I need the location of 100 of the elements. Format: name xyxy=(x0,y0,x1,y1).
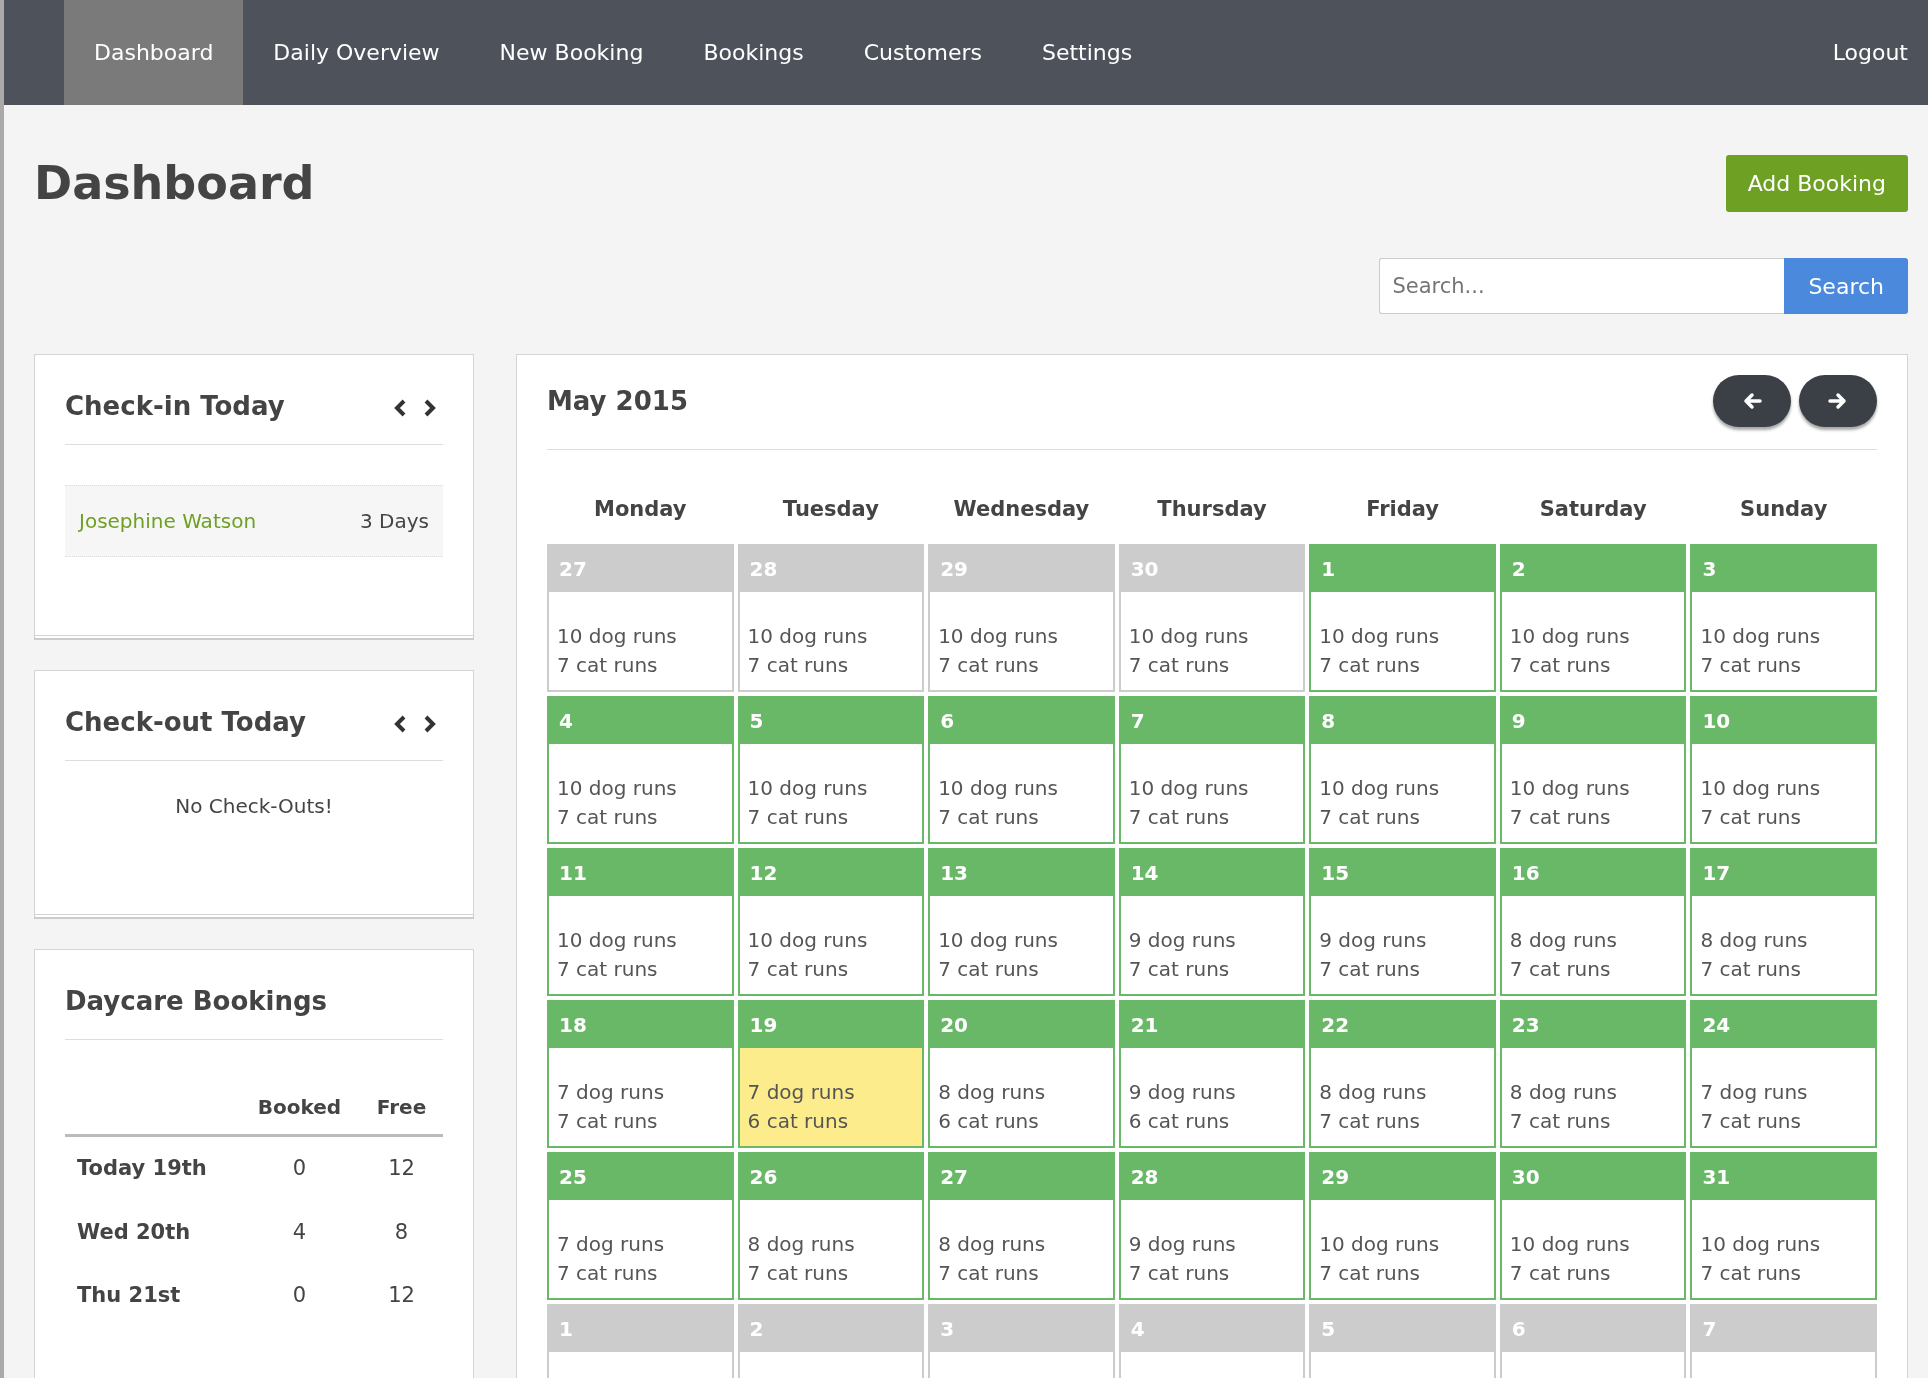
day-cell[interactable]: 15 9 dog runs 7 cat runs xyxy=(1309,847,1496,996)
day-number: 31 xyxy=(1692,1153,1875,1200)
dog-runs-text: 7 dog runs xyxy=(557,1078,666,1106)
day-cell[interactable]: 23 8 dog runs 7 cat runs xyxy=(1499,999,1687,1148)
cat-runs-text: 7 cat runs xyxy=(557,955,659,983)
dog-runs-text: 10 dog runs xyxy=(1509,622,1631,650)
cat-runs-text: 7 cat runs xyxy=(1700,803,1802,831)
day-number: 30 xyxy=(1501,1153,1685,1200)
day-cell[interactable]: 12 10 dog runs 7 cat runs xyxy=(737,847,925,996)
day-cell[interactable]: 8 10 dog runs 7 cat runs xyxy=(1309,695,1496,844)
day-cell[interactable]: 5 10 dog runs 7 cat runs xyxy=(737,695,925,844)
cat-runs-text: 7 cat runs xyxy=(557,651,659,679)
cat-runs-text: 7 cat runs xyxy=(1319,1259,1421,1287)
check-in-row[interactable]: Josephine Watson 3 Days xyxy=(65,485,443,557)
day-cell[interactable]: 1 10 dog runs 7 cat runs xyxy=(1309,543,1496,692)
day-number: 29 xyxy=(1311,1153,1494,1200)
cat-runs-text: 7 cat runs xyxy=(1700,1259,1802,1287)
cat-runs-text: 7 cat runs xyxy=(747,651,850,679)
page-title: Dashboard xyxy=(34,155,315,212)
day-cell[interactable]: 21 9 dog runs 6 cat runs xyxy=(1118,999,1306,1148)
nav-tab[interactable]: Bookings xyxy=(673,0,834,105)
day-cell[interactable]: 18 7 dog runs 7 cat runs xyxy=(547,999,734,1148)
dog-runs-text: 10 dog runs xyxy=(1128,622,1250,650)
search-field[interactable]: Search... xyxy=(1379,258,1785,314)
cat-runs-text: 7 cat runs xyxy=(1319,803,1421,831)
day-cell[interactable]: 2 10 dog runs 7 cat runs xyxy=(1499,543,1687,692)
dog-runs-text: 10 dog runs xyxy=(747,926,869,954)
cat-runs-text: 7 cat runs xyxy=(1319,955,1421,983)
row-label: Wed 20th xyxy=(76,1218,192,1246)
arrow-left-icon xyxy=(1742,391,1762,411)
day-number: 3 xyxy=(1692,545,1875,592)
day-cell[interactable]: 14 9 dog runs 7 cat runs xyxy=(1118,847,1306,996)
dog-runs-text: 10 dog runs xyxy=(1128,774,1250,802)
nav-tab[interactable]: Dashboard xyxy=(64,0,244,105)
search-button[interactable]: Search xyxy=(1784,258,1908,314)
day-number: 9 xyxy=(1501,697,1685,744)
day-cell[interactable]: 7 10 dog runs 7 cat runs xyxy=(1118,695,1306,844)
day-cell[interactable]: 25 7 dog runs 7 cat runs xyxy=(547,1151,734,1300)
day-cell[interactable]: 26 8 dog runs 7 cat runs xyxy=(737,1151,925,1300)
day-cell[interactable]: 9 10 dog runs 7 cat runs xyxy=(1499,695,1687,844)
day-cell[interactable]: 16 8 dog runs 7 cat runs xyxy=(1499,847,1687,996)
column-header: Free xyxy=(360,1080,443,1136)
cat-runs-text: 7 cat runs xyxy=(1700,1107,1802,1135)
table-cell-text: 8 xyxy=(393,1218,410,1246)
dog-runs-text: 10 dog runs xyxy=(1509,774,1631,802)
nav-tab[interactable]: Daily Overview xyxy=(243,0,470,105)
day-number: 28 xyxy=(1120,1153,1304,1200)
day-number: 8 xyxy=(1311,697,1494,744)
dog-runs-text: 10 dog runs xyxy=(1319,622,1441,650)
cat-runs-text: 7 cat runs xyxy=(747,1259,850,1287)
cat-runs-text: 7 cat runs xyxy=(938,955,1040,983)
dog-runs-text: 10 dog runs xyxy=(1700,622,1822,650)
nav-tab[interactable]: Settings xyxy=(1011,0,1163,105)
panel-title: Daycare Bookings xyxy=(65,985,328,1018)
cat-runs-text: 7 cat runs xyxy=(1509,651,1612,679)
dog-runs-text: 9 dog runs xyxy=(1128,1230,1237,1258)
day-cell[interactable]: 19 7 dog runs 6 cat runs xyxy=(737,999,925,1148)
day-number: 15 xyxy=(1311,849,1494,896)
day-cell[interactable]: 11 10 dog runs 7 cat runs xyxy=(547,847,734,996)
day-cell[interactable]: 28 9 dog runs 7 cat runs xyxy=(1118,1151,1306,1300)
day-cell[interactable]: 27 8 dog runs 7 cat runs xyxy=(928,1151,1115,1300)
cat-runs-text: 7 cat runs xyxy=(1319,651,1421,679)
weekday-label: Tuesday xyxy=(781,496,880,523)
day-number: 27 xyxy=(930,1153,1113,1200)
day-number: 21 xyxy=(1120,1001,1304,1048)
dog-runs-text: 10 dog runs xyxy=(1509,1230,1631,1258)
day-number: 13 xyxy=(930,849,1113,896)
day-cell[interactable]: 3 10 dog runs 7 cat runs xyxy=(1690,543,1877,692)
day-cell[interactable]: 10 10 dog runs 7 cat runs xyxy=(1690,695,1877,844)
cat-runs-text: 6 cat runs xyxy=(1128,1107,1231,1135)
day-number: 12 xyxy=(739,849,923,896)
cat-runs-text: 7 cat runs xyxy=(1509,1107,1612,1135)
day-cell[interactable]: 6 10 dog runs 7 cat runs xyxy=(928,695,1115,844)
day-number: 24 xyxy=(1692,1001,1875,1048)
day-cell[interactable]: 13 10 dog runs 7 cat runs xyxy=(928,847,1115,996)
day-cell[interactable]: 24 7 dog runs 7 cat runs xyxy=(1690,999,1877,1148)
day-cell[interactable]: 29 10 dog runs 7 cat runs xyxy=(1309,1151,1496,1300)
day-cell[interactable]: 30 10 dog runs 7 cat runs xyxy=(1499,1151,1687,1300)
dog-runs-text: 10 dog runs xyxy=(1700,1230,1822,1258)
day-number: 4 xyxy=(549,697,732,744)
nav-tab[interactable]: New Booking xyxy=(469,0,674,105)
day-cell[interactable]: 22 8 dog runs 7 cat runs xyxy=(1309,999,1496,1148)
next-month-button[interactable] xyxy=(1799,375,1877,427)
cat-runs-text: 7 cat runs xyxy=(1128,803,1231,831)
dog-runs-text: 10 dog runs xyxy=(747,622,869,650)
dog-runs-text: 7 dog runs xyxy=(1700,1078,1809,1106)
day-cell[interactable]: 17 8 dog runs 7 cat runs xyxy=(1690,847,1877,996)
cat-runs-text: 7 cat runs xyxy=(557,1259,659,1287)
nav-tab[interactable]: Customers xyxy=(833,0,1012,105)
dog-runs-text: 10 dog runs xyxy=(747,774,869,802)
cat-runs-text: 7 cat runs xyxy=(747,803,850,831)
day-cell[interactable]: 4 10 dog runs 7 cat runs xyxy=(547,695,734,844)
logout-link[interactable]: Logout xyxy=(1802,0,1908,105)
day-cell[interactable]: 20 8 dog runs 6 cat runs xyxy=(928,999,1115,1148)
previous-month-button[interactable] xyxy=(1713,375,1791,427)
day-cell[interactable]: 31 10 dog runs 7 cat runs xyxy=(1690,1151,1877,1300)
calendar-month: May 2015 xyxy=(547,384,688,418)
dog-runs-text: 8 dog runs xyxy=(938,1078,1047,1106)
row-label: Today 19th xyxy=(65,1135,239,1201)
dog-runs-text: 10 dog runs xyxy=(1319,1230,1441,1258)
